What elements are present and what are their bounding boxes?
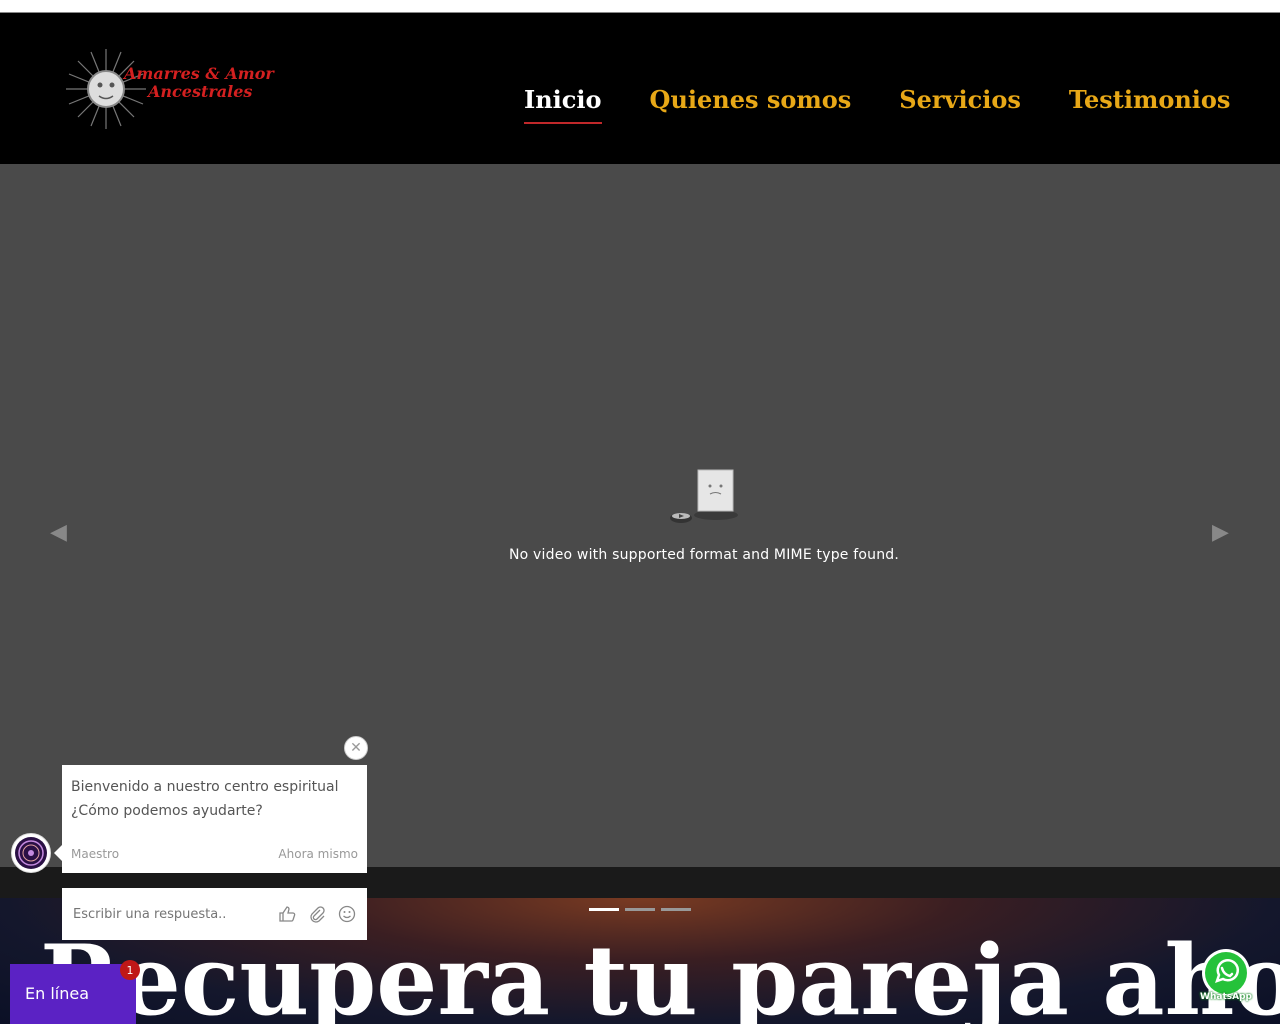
chat-message-line-2: ¿Cómo podemos ayudarte?: [71, 803, 263, 819]
chat-author: Maestro: [71, 847, 120, 861]
carousel-next-arrow-icon[interactable]: ▶: [1212, 520, 1229, 545]
nav-item-testimonios[interactable]: Testimonios: [1069, 85, 1231, 124]
hero-title: Recupera tu pareja ahora: [40, 924, 1280, 1024]
brand-line-2: Ancestrales: [148, 82, 253, 101]
chat-status-button[interactable]: En línea: [10, 964, 136, 1024]
whatsapp-button[interactable]: WhatsApp: [1200, 947, 1252, 1009]
agent-avatar[interactable]: [11, 833, 51, 873]
brand-name[interactable]: Amarres & Amor Ancestrales: [124, 65, 274, 101]
whatsapp-label: WhatsApp: [1200, 992, 1252, 1002]
unread-count-badge: 1: [120, 960, 140, 980]
brand-line-1: Amarres & Amor: [124, 64, 274, 83]
carousel-prev-arrow-icon[interactable]: ◀: [50, 520, 67, 545]
mandala-avatar-icon: [15, 837, 47, 869]
thumbs-up-icon[interactable]: [276, 903, 298, 925]
carousel-indicator-3[interactable]: [661, 908, 691, 911]
video-player[interactable]: ◀ ▶ No video with supported format and M…: [0, 164, 1280, 867]
paperclip-icon[interactable]: [306, 903, 328, 925]
browser-top-bar: [0, 0, 1280, 13]
chat-reply-bar: [62, 888, 367, 940]
nav-item-inicio[interactable]: Inicio: [524, 85, 602, 124]
emoji-icon[interactable]: [336, 903, 358, 925]
carousel-indicator-1[interactable]: [589, 908, 619, 911]
main-nav: Inicio Quienes somos Servicios Testimoni…: [524, 85, 1230, 124]
carousel-indicator-2[interactable]: [625, 908, 655, 911]
chat-message-meta: Maestro Ahora mismo: [71, 847, 358, 861]
nav-item-quienes-somos[interactable]: Quienes somos: [650, 85, 852, 124]
carousel-indicators: [589, 908, 691, 911]
broken-video-icon: [670, 469, 738, 523]
video-error-message: No video with supported format and MIME …: [508, 547, 900, 563]
chat-time: Ahora mismo: [278, 847, 358, 861]
chat-close-icon[interactable]: ✕: [344, 736, 368, 760]
chat-message-bubble: Bienvenido a nuestro centro espiritual ¿…: [54, 765, 367, 873]
chat-message-line-1: Bienvenido a nuestro centro espiritual: [71, 779, 339, 795]
site-header: Amarres & Amor Ancestrales Inicio Quiene…: [0, 13, 1280, 164]
nav-item-servicios[interactable]: Servicios: [899, 85, 1021, 124]
chat-reply-input[interactable]: [71, 905, 268, 923]
